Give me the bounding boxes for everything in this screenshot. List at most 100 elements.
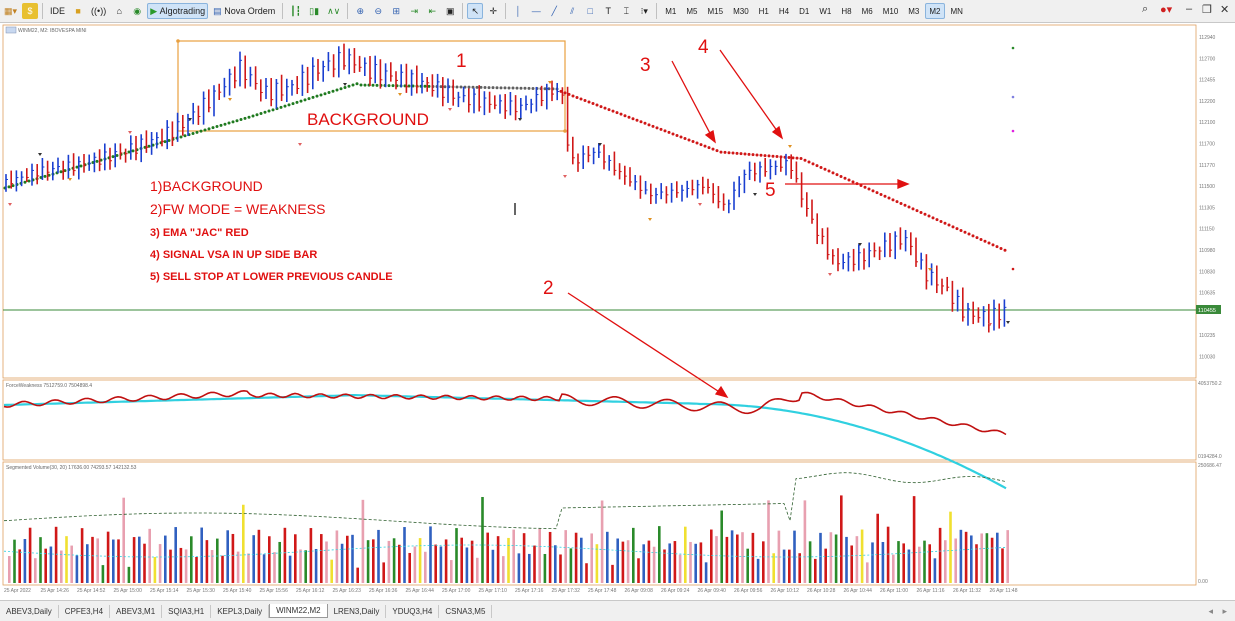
time-tick-label: 25 Apr 16:12 [296, 588, 325, 594]
chart-window[interactable]: WINM22, M2: IBOVESPA MINI 112940 112700 11… [0, 23, 1235, 600]
signal-icon[interactable]: ((•)) [88, 3, 109, 19]
tab-yduq3-h4[interactable]: YDUQ3,H4 [386, 604, 440, 618]
ema-dot [827, 169, 831, 173]
tf-m5[interactable]: M5 [682, 3, 701, 19]
tab-kepl3-daily[interactable]: KEPL3,Daily [211, 604, 270, 618]
tf-h1[interactable]: H1 [755, 3, 773, 19]
tf-m30[interactable]: M30 [729, 3, 753, 19]
more-tools-icon[interactable]: ⁝▾ [636, 3, 652, 19]
horizontal-line-icon[interactable]: — [528, 3, 544, 19]
text-icon[interactable]: T [600, 3, 616, 19]
ema-dot [835, 173, 839, 177]
tf-h4[interactable]: H4 [775, 3, 793, 19]
lock-icon[interactable]: ■ [70, 3, 86, 19]
fibonacci-icon[interactable]: ⌶ [618, 3, 634, 19]
tf-m1[interactable]: M1 [661, 3, 680, 19]
tab-sqia3-h1[interactable]: SQIA3,H1 [162, 604, 212, 618]
note-5: 5) SELL STOP AT LOWER PREVIOUS CANDLE [150, 271, 393, 283]
price-tick-label: 111305 [1199, 205, 1215, 211]
volume-bar [730, 530, 734, 583]
volume-bar [221, 555, 224, 583]
time-tick-label: 25 Apr 15:40 [223, 588, 252, 594]
volume-bar [663, 549, 666, 583]
tab-scroll-left-icon[interactable]: ◂ [1208, 606, 1213, 617]
crosshair-icon[interactable]: ✛ [485, 3, 501, 19]
level-dot [1011, 46, 1015, 50]
zoom-in-icon[interactable]: ⊕ [352, 3, 368, 19]
volume-bar [106, 531, 110, 583]
trendline-icon[interactable]: ╱ [546, 3, 562, 19]
ema-dot [951, 225, 955, 229]
volume-bar [673, 541, 677, 583]
tf-w1[interactable]: W1 [815, 3, 835, 19]
notification-icon[interactable]: ●▾ [1160, 3, 1172, 16]
chart-shift-icon[interactable]: ⇤ [424, 3, 440, 19]
ema-dot [587, 100, 591, 104]
algotrading-button[interactable]: ▶ Algotrading [147, 3, 209, 19]
vertical-line-icon[interactable]: │ [510, 3, 526, 19]
tab-lren3-daily[interactable]: LREN3,Daily [328, 604, 387, 618]
ema-dot [871, 189, 875, 193]
ema-dot [683, 137, 687, 140]
tab-abev3-daily[interactable]: ABEV3,Daily [0, 604, 59, 618]
ema-dot [43, 174, 47, 178]
volume-bar [216, 538, 219, 583]
line-chart-icon[interactable]: ∧∨ [324, 3, 343, 19]
tf-d1[interactable]: D1 [795, 3, 813, 19]
new-chart-icon[interactable]: ▦▾ [1, 3, 20, 19]
tf-h8[interactable]: H8 [837, 3, 855, 19]
minimize-icon[interactable]: – [1186, 3, 1192, 15]
search-icon[interactable]: ⌕ [1142, 3, 1148, 16]
tf-m2[interactable]: M2 [925, 3, 945, 19]
tf-m6[interactable]: M6 [858, 3, 877, 19]
shapes-icon[interactable]: □ [582, 3, 598, 19]
volume-bar [403, 527, 406, 583]
ema-dot [999, 246, 1003, 250]
ide-button[interactable]: IDE [47, 3, 68, 19]
volume-bar [382, 562, 385, 583]
profiles-icon[interactable]: $ [22, 3, 39, 19]
volume-bar [626, 540, 630, 583]
channel-icon[interactable]: ⫽ [564, 3, 580, 19]
tab-cpfe3-h4[interactable]: CPFE3,H4 [59, 604, 111, 618]
ema-dot [283, 104, 287, 108]
time-tick-label: 25 Apr 16:36 [369, 588, 398, 594]
tf-m15[interactable]: M15 [704, 3, 728, 19]
volume-bar [283, 527, 287, 583]
market-icon[interactable]: ⌂ [111, 3, 127, 19]
globe-icon[interactable]: ◉ [129, 3, 145, 19]
price-tick-label: 112700 [1199, 56, 1216, 62]
volume-bar [886, 526, 890, 583]
tab-abev3-m1[interactable]: ABEV3,M1 [110, 604, 163, 618]
box-handle[interactable] [563, 129, 567, 133]
tab-scroll-right-icon[interactable]: ▸ [1222, 606, 1227, 617]
note-3: 3) EMA "JAC" RED [150, 227, 249, 239]
zoom-out-icon[interactable]: ⊖ [370, 3, 386, 19]
tab-winm22-m2[interactable]: WINM22,M2 [269, 604, 328, 618]
time-tick-label: 26 Apr 11:16 [917, 588, 945, 594]
tf-mn[interactable]: MN [947, 3, 967, 19]
restore-icon[interactable]: ❐ [1202, 3, 1212, 16]
cursor-icon[interactable]: ↖ [467, 3, 484, 19]
time-tick-label: 25 Apr 15:56 [260, 588, 289, 594]
volume-bar [28, 527, 32, 583]
chart-menu-icon[interactable] [5, 26, 17, 34]
candle-chart-icon[interactable]: ▯▮ [306, 3, 322, 19]
tab-csna3-m5[interactable]: CSNA3,M5 [439, 604, 493, 618]
tf-m10[interactable]: M10 [879, 3, 903, 19]
bar-chart-icon[interactable]: ┃┇ [287, 3, 304, 19]
volume-bar [585, 563, 588, 583]
ema-dot [971, 234, 975, 238]
tf-m3[interactable]: M3 [904, 3, 923, 19]
screenshot-icon[interactable]: ▣ [442, 3, 458, 19]
volume-bar [366, 540, 370, 583]
ema-dot [831, 171, 835, 175]
ema-dot [667, 130, 671, 134]
autoscroll-icon[interactable]: ⇥ [406, 3, 422, 19]
time-tick-label: 26 Apr 11:48 [990, 588, 1018, 594]
new-order-button[interactable]: ▤ Nova Ordem [210, 3, 278, 19]
close-icon[interactable]: ✕ [1220, 3, 1229, 16]
grid-icon[interactable]: ⊞ [388, 3, 404, 19]
box-handle[interactable] [176, 39, 180, 43]
volume-bar [476, 557, 479, 583]
